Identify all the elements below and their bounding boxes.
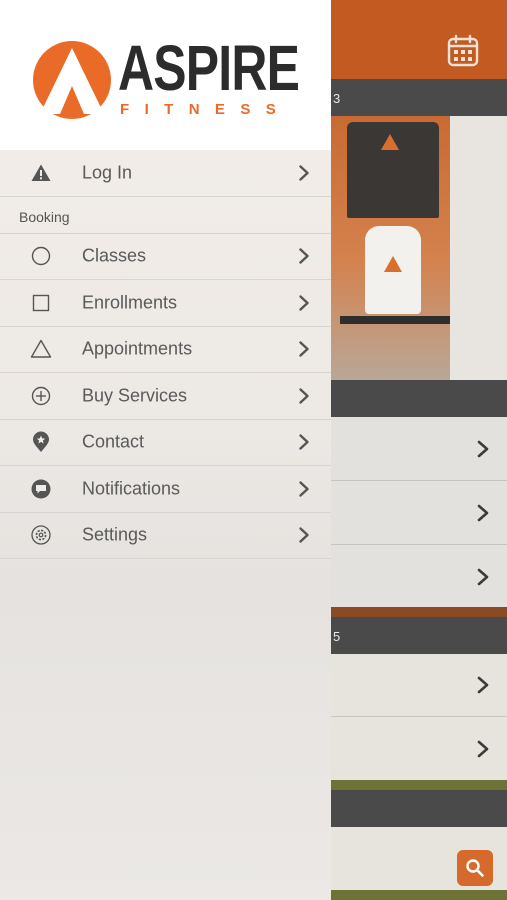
chevron-right-icon (298, 480, 310, 497)
chevron-right-icon (298, 341, 310, 358)
menu-item-label: Notifications (82, 478, 181, 499)
chevron-right-icon (476, 568, 490, 586)
chevron-right-icon (476, 440, 490, 458)
chevron-right-icon (298, 387, 310, 404)
location-pin-icon (30, 431, 52, 453)
logo-title: ASPIRE (118, 32, 300, 104)
menu-item-settings[interactable]: Settings (0, 513, 331, 559)
date-strip-number: 3 (333, 91, 341, 106)
chevron-right-icon (476, 504, 490, 522)
menu-item-contact[interactable]: Contact (0, 420, 331, 466)
menu-item-notifications[interactable]: Notifications (0, 466, 331, 513)
search-button[interactable] (457, 850, 493, 886)
section-header-booking: Booking (0, 197, 331, 234)
menu-item-enrollments[interactable]: Enrollments (0, 280, 331, 327)
chevron-right-icon (298, 527, 310, 544)
gear-icon (30, 524, 52, 546)
menu-item-classes[interactable]: Classes (0, 234, 331, 280)
menu-item-label: Log In (82, 162, 133, 183)
plus-circle-icon (30, 385, 52, 407)
chevron-right-icon (476, 740, 490, 758)
menu-item-label: Buy Services (82, 385, 188, 406)
side-drawer: ASPIRE FITNESS Log In Booking Classes En… (0, 0, 331, 900)
menu-item-label: Appointments (82, 338, 193, 359)
brand-logo: ASPIRE FITNESS (0, 0, 331, 150)
chevron-right-icon (298, 294, 310, 311)
menu-item-label: Contact (82, 431, 145, 452)
menu-item-login[interactable]: Log In (0, 150, 331, 197)
square-icon (30, 292, 52, 314)
search-icon (466, 859, 484, 877)
section-label: Booking (19, 208, 70, 225)
circle-icon (30, 245, 52, 267)
aspire-logo-icon (32, 40, 112, 120)
chevron-right-icon (298, 434, 310, 451)
chevron-right-icon (476, 676, 490, 694)
chevron-right-icon (298, 164, 310, 181)
drawer-menu: Log In Booking Classes Enrollments Appoi… (0, 150, 331, 559)
warning-icon (30, 162, 52, 184)
menu-item-label: Enrollments (82, 292, 178, 313)
chat-bubble-icon (30, 478, 52, 500)
menu-item-buy-services[interactable]: Buy Services (0, 373, 331, 420)
chevron-right-icon (298, 248, 310, 265)
calendar-icon[interactable] (447, 34, 479, 68)
date-strip-number: 5 (333, 629, 341, 644)
logo-subtitle: FITNESS (120, 101, 292, 118)
menu-item-appointments[interactable]: Appointments (0, 327, 331, 373)
triangle-icon (30, 338, 52, 360)
menu-item-label: Settings (82, 524, 148, 545)
menu-item-label: Classes (82, 245, 147, 266)
